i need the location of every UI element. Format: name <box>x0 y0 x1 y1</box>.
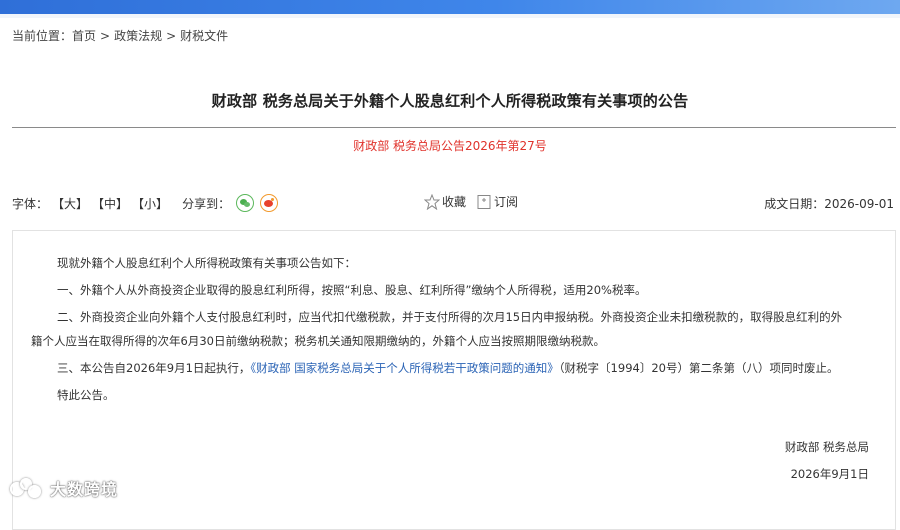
breadcrumb-separator: > <box>166 29 177 43</box>
top-header-bar <box>0 0 900 14</box>
paragraph-item-2-line-1: 二、外商投资企业向外籍个人支付股息红利时，应当代扣代缴税款，并于支付所得的次月1… <box>57 310 843 324</box>
breadcrumb: 当前位置：首页 > 政策法规 > 财税文件 <box>12 27 228 44</box>
breadcrumb-separator: > <box>100 29 111 43</box>
date-value: 2026-09-01 <box>824 197 894 211</box>
share-label: 分享到： <box>182 196 231 211</box>
breadcrumb-label: 当前位置： <box>12 29 73 43</box>
watermark: 大数跨境 <box>8 476 118 500</box>
wechat-icon[interactable] <box>236 194 255 212</box>
date-label: 成文日期： <box>764 197 825 211</box>
referenced-notice-link[interactable]: 《财政部 国家税务总局关于个人所得税若干政策问题的通知》 <box>250 361 558 375</box>
favorite-button[interactable]: 收藏 <box>442 193 466 210</box>
document-number: 财政部 税务总局公告2026年第27号 <box>353 139 547 153</box>
closing-paragraph: 特此公告。 <box>57 388 115 402</box>
font-large-button[interactable]: 【大】 <box>52 195 88 212</box>
watermark-logo-icon <box>8 477 44 499</box>
item-3-suffix: （财税字〔1994〕20号）第二条第（八）项同时废止。 <box>558 361 839 375</box>
font-small-button[interactable]: 【小】 <box>132 195 168 212</box>
item-3-prefix: 三、本公告自2026年9月1日起执行， <box>57 361 251 375</box>
breadcrumb-home-link[interactable]: 首页 <box>72 29 96 43</box>
signatory: 财政部 税务总局 <box>784 440 869 454</box>
font-size-label: 字体： <box>12 196 49 211</box>
header-divider <box>0 14 900 18</box>
intro-paragraph: 现就外籍个人股息红利个人所得税政策有关事项公告如下： <box>57 256 356 270</box>
subscribe-button[interactable]: 订阅 <box>494 193 518 210</box>
bookmark-icon[interactable] <box>476 194 492 210</box>
title-divider <box>12 127 896 128</box>
paragraph-item-1: 一、外籍个人从外商投资企业取得的股息红利所得，按照“利息、股息、红利所得”缴纳个… <box>57 283 647 297</box>
article-content: 现就外籍个人股息红利个人所得税政策有关事项公告如下： 一、外籍个人从外商投资企业… <box>12 230 896 530</box>
signature-date: 2026年9月1日 <box>790 467 869 481</box>
font-medium-button[interactable]: 【中】 <box>92 195 128 212</box>
page-title: 财政部 税务总局关于外籍个人股息红利个人所得税政策有关事项的公告 <box>211 92 689 110</box>
watermark-text: 大数跨境 <box>50 480 119 499</box>
breadcrumb-tax-docs-link[interactable]: 财税文件 <box>180 29 228 43</box>
font-size-toolbar: 字体： 【大】 【中】 【小】 分享到： <box>12 194 279 212</box>
weibo-icon[interactable] <box>260 194 279 212</box>
publish-date: 成文日期：2026-09-01 <box>764 195 894 212</box>
breadcrumb-policy-link[interactable]: 政策法规 <box>114 29 162 43</box>
paragraph-item-2-line-2: 籍个人应当在取得所得的次年6月30日前缴纳税款；税务机关通知限期缴纳的，外籍个人… <box>31 334 605 348</box>
star-icon[interactable] <box>424 193 440 210</box>
paragraph-item-3: 三、本公告自2026年9月1日起执行，《财政部 国家税务总局关于个人所得税若干政… <box>57 360 838 376</box>
favorite-subscribe-toolbar: 收藏 订阅 <box>424 193 518 210</box>
